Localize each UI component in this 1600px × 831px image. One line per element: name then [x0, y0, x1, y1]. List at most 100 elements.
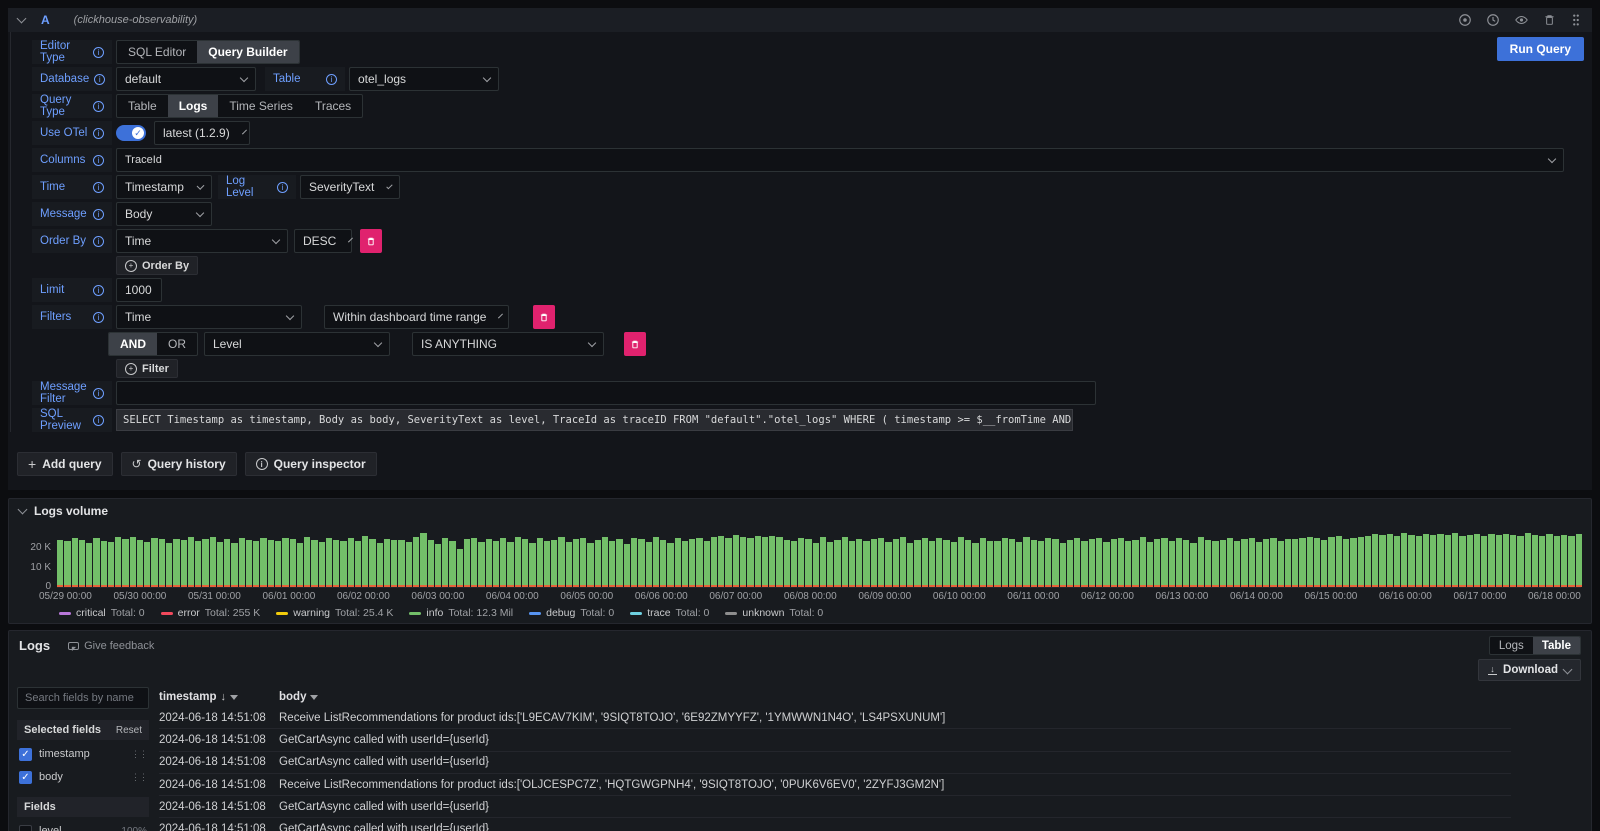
volume-bar[interactable] — [1241, 539, 1247, 587]
volume-bar[interactable] — [631, 538, 637, 587]
volume-bar[interactable] — [1060, 543, 1066, 587]
volume-bar[interactable] — [537, 538, 543, 587]
volume-bar[interactable] — [849, 541, 855, 587]
remove-filter-button[interactable] — [533, 305, 555, 329]
volume-bar[interactable] — [769, 536, 775, 587]
database-select[interactable]: default — [116, 67, 256, 91]
volume-bar[interactable] — [1161, 538, 1167, 587]
volume-bar[interactable] — [1459, 536, 1465, 587]
volume-bar[interactable] — [827, 542, 833, 587]
volume-bar[interactable] — [1249, 538, 1255, 587]
volume-bar[interactable] — [413, 537, 419, 587]
time-column-select[interactable]: Timestamp — [116, 175, 212, 199]
volume-bar[interactable] — [863, 541, 869, 587]
query-inspector-button[interactable]: iQuery inspector — [245, 452, 377, 476]
radio-option-query-builder[interactable]: Query Builder — [197, 41, 298, 63]
volume-bar[interactable] — [755, 536, 761, 587]
volume-bar[interactable] — [1278, 541, 1284, 587]
volume-bar[interactable] — [442, 538, 448, 587]
volume-bar[interactable] — [268, 540, 274, 587]
volume-bar[interactable] — [1176, 538, 1182, 587]
radio-option-and[interactable]: AND — [109, 333, 157, 355]
volume-bar[interactable] — [784, 540, 790, 587]
volume-bar[interactable] — [478, 542, 484, 587]
volume-bar[interactable] — [522, 539, 528, 587]
volume-bar[interactable] — [609, 541, 615, 587]
volume-bar[interactable] — [1321, 540, 1327, 587]
volume-bar[interactable] — [428, 540, 434, 587]
volume-bar[interactable] — [1452, 533, 1458, 587]
legend-item-info[interactable]: infoTotal: 12.3 Mil — [409, 607, 513, 619]
volume-bar[interactable] — [406, 542, 412, 587]
columns-multiselect[interactable]: TraceId — [116, 148, 1564, 172]
volume-bar[interactable] — [304, 537, 310, 587]
table-row[interactable]: 2024-06-18 14:51:08Receive ListRecommend… — [159, 774, 1511, 796]
volume-bar[interactable] — [188, 537, 194, 587]
hide-response-eye-button[interactable] — [1514, 13, 1529, 27]
volume-bar[interactable] — [1496, 535, 1502, 587]
log-level-select[interactable]: SeverityText — [300, 175, 400, 199]
volume-bar[interactable] — [398, 540, 404, 587]
volume-bar[interactable] — [471, 538, 477, 587]
volume-bar[interactable] — [616, 539, 622, 587]
table-row[interactable]: 2024-06-18 14:51:08Receive ListRecommend… — [159, 707, 1511, 729]
legend-item-critical[interactable]: criticalTotal: 0 — [59, 607, 145, 619]
volume-bar[interactable] — [246, 540, 252, 587]
volume-bar[interactable] — [747, 538, 753, 587]
volume-bar[interactable] — [449, 541, 455, 587]
volume-bar[interactable] — [260, 538, 266, 587]
volume-bar[interactable] — [922, 538, 928, 587]
volume-bar[interactable] — [435, 544, 441, 587]
volume-bar[interactable] — [137, 540, 143, 587]
field-checkbox-checked[interactable]: ✓ — [19, 748, 32, 761]
volume-bar[interactable] — [457, 549, 463, 587]
volume-bar[interactable] — [369, 539, 375, 587]
volume-bar[interactable] — [1307, 537, 1313, 587]
volume-bar[interactable] — [1147, 542, 1153, 587]
volume-bar[interactable] — [1096, 538, 1102, 587]
volume-bar[interactable] — [733, 535, 739, 587]
volume-bar[interactable] — [558, 537, 564, 587]
volume-bar[interactable] — [275, 541, 281, 587]
volume-bar[interactable] — [1517, 536, 1523, 587]
volume-bar[interactable] — [210, 537, 216, 587]
volume-bar[interactable] — [108, 542, 114, 587]
radio-option-traces[interactable]: Traces — [304, 95, 362, 117]
volume-bar[interactable] — [1430, 535, 1436, 587]
volume-bar[interactable] — [1023, 537, 1029, 587]
volume-bar[interactable] — [1474, 534, 1480, 587]
volume-bar[interactable] — [544, 541, 550, 587]
volume-bar[interactable] — [878, 538, 884, 587]
volume-bar[interactable] — [725, 538, 731, 587]
volume-bar[interactable] — [813, 543, 819, 587]
volume-bar[interactable] — [326, 538, 332, 587]
volume-bar[interactable] — [1379, 535, 1385, 587]
volume-bar[interactable] — [1372, 534, 1378, 587]
volume-bar[interactable] — [115, 537, 121, 587]
volume-bar[interactable] — [122, 539, 128, 587]
radio-option-time-series[interactable]: Time Series — [218, 95, 304, 117]
volume-bar[interactable] — [1132, 540, 1138, 587]
run-query-button[interactable]: Run Query — [1497, 37, 1584, 61]
duplicate-query-button[interactable] — [1458, 13, 1472, 27]
volume-bar[interactable] — [86, 543, 92, 587]
sql-preview-code[interactable]: SELECT Timestamp as timestamp, Body as b… — [116, 409, 1073, 431]
volume-bar[interactable] — [173, 539, 179, 587]
volume-bar[interactable] — [1140, 537, 1146, 587]
volume-bar[interactable] — [740, 537, 746, 587]
volume-bar[interactable] — [958, 537, 964, 587]
volume-bar[interactable] — [1568, 536, 1574, 587]
volume-bar[interactable] — [1038, 541, 1044, 587]
volume-bar[interactable] — [1256, 542, 1262, 587]
radio-option-table[interactable]: Table — [1533, 637, 1580, 654]
volume-bar[interactable] — [144, 542, 150, 587]
volume-bar[interactable] — [1103, 542, 1109, 587]
volume-bar[interactable] — [1081, 541, 1087, 587]
radio-option-table[interactable]: Table — [117, 95, 168, 117]
volume-bar[interactable] — [762, 537, 768, 587]
volume-bar[interactable] — [624, 544, 630, 588]
volume-bar[interactable] — [972, 543, 978, 587]
volume-bar[interactable] — [384, 539, 390, 587]
volume-bar[interactable] — [791, 541, 797, 587]
volume-bar[interactable] — [1576, 534, 1582, 587]
